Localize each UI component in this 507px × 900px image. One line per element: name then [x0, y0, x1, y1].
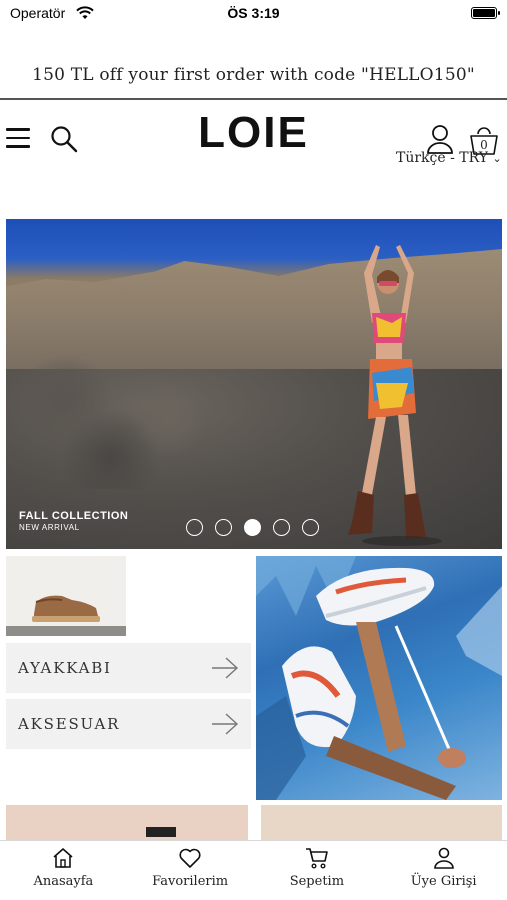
user-icon: [433, 847, 454, 869]
category-row-aksesuar[interactable]: AKSESUAR: [6, 699, 251, 749]
divider: [0, 98, 507, 100]
carousel-indicators: [186, 519, 319, 537]
sneaker-photo: [256, 556, 502, 800]
clock: ÖS 3:19: [227, 5, 280, 21]
category-row-ayakkabi[interactable]: AYAKKABI: [6, 643, 251, 693]
hero-banner[interactable]: FALL COLLECTION NEW ARRIVAL: [6, 219, 502, 549]
category-label: AKSESUAR: [18, 715, 121, 733]
hero-title: FALL COLLECTION: [19, 510, 129, 522]
product-teaser[interactable]: [6, 805, 248, 845]
carousel-dot[interactable]: [215, 519, 232, 536]
bottom-tab-bar: Anasayfa Favorilerim Sepetim Üye Girişi: [0, 840, 507, 900]
category-label: AYAKKABI: [18, 659, 112, 677]
carousel-dot-active[interactable]: [244, 519, 261, 536]
language-currency-selector[interactable]: Türkçe - TRY ⌄: [396, 150, 502, 166]
tab-sepetim[interactable]: Sepetim: [254, 841, 381, 900]
tab-label: Favorilerim: [152, 874, 229, 889]
loafer-image: [6, 595, 126, 636]
cart-icon: [305, 848, 328, 869]
battery-icon: [471, 7, 500, 19]
promo-banner[interactable]: 150 TL off your first order with code "H…: [0, 52, 507, 98]
hero-caption: FALL COLLECTION NEW ARRIVAL: [19, 510, 128, 532]
chevron-down-icon: ⌄: [492, 152, 502, 165]
tab-favorilerim[interactable]: Favorilerim: [127, 841, 254, 900]
language-currency-label: Türkçe - TRY: [396, 150, 488, 166]
heart-icon: [179, 848, 201, 868]
status-bar: Operatör ÖS 3:19: [0, 0, 507, 28]
carousel-dot[interactable]: [186, 519, 203, 536]
carousel-dot[interactable]: [273, 519, 290, 536]
tab-label: Üye Girişi: [410, 874, 477, 889]
product-teaser[interactable]: [261, 805, 502, 845]
tab-label: Sepetim: [289, 874, 345, 889]
arrow-right-icon: [212, 713, 239, 735]
tab-anasayfa[interactable]: Anasayfa: [0, 841, 127, 900]
tab-uye-girisi[interactable]: Üye Girişi: [380, 841, 507, 900]
carousel-dot[interactable]: [302, 519, 319, 536]
hero-subtitle: NEW ARRIVAL: [19, 523, 80, 532]
model-figure: [348, 245, 442, 546]
sneaker-promo-image[interactable]: [256, 556, 502, 800]
arrow-right-icon: [212, 657, 239, 679]
tab-label: Anasayfa: [33, 874, 94, 889]
shoe-thumbnail[interactable]: [6, 556, 126, 636]
home-icon: [53, 848, 73, 868]
